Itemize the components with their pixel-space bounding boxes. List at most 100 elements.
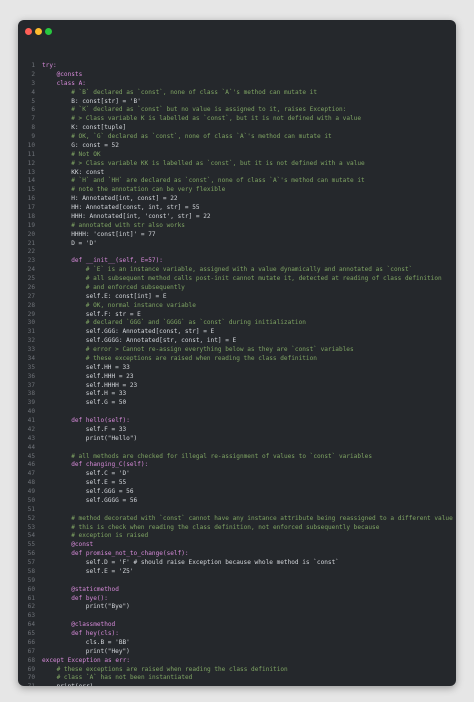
code-line: 31 self.GGG: Annotated[const, str] = E: [18, 328, 456, 337]
code-line: 56 def promise_not_to_change(self):: [18, 550, 456, 559]
code-text: # method decorated with `const` cannot h…: [71, 514, 453, 522]
code-text: def promise_not_to_change(self):: [71, 550, 189, 558]
code-line: 62 print("Bye"): [18, 603, 456, 612]
code-text: @classmethod: [71, 621, 116, 629]
code-text: # annotated with str also works: [71, 221, 185, 229]
code-text: self.GGG: Annotated[const, str] = E: [85, 328, 215, 336]
code-text: HH: Annotated[const, int, str] = 55: [71, 204, 200, 211]
code-text: self.HHHH = 23: [85, 381, 138, 389]
line-number: 24: [27, 266, 35, 274]
maximize-window-icon[interactable]: [45, 28, 52, 35]
code-line: 50 self.GGGG = 56: [18, 497, 456, 506]
code-line: 49 self.GGG = 56: [18, 488, 456, 497]
line-number: 22: [27, 248, 35, 256]
line-number: 20: [27, 230, 35, 238]
code-text: # all methods are checked for illegal re…: [71, 452, 373, 460]
code-line: 39 self.G = 50: [18, 399, 456, 408]
line-number: 61: [27, 594, 35, 602]
line-number: 15: [27, 186, 35, 194]
code-line: 16 H: Annotated[int, const] = 22: [18, 195, 456, 204]
line-number: 53: [27, 523, 35, 531]
minimize-window-icon[interactable]: [35, 28, 42, 35]
line-number: 65: [27, 630, 35, 637]
line-number: 27: [27, 292, 35, 300]
code-text: D = 'D': [71, 239, 97, 247]
line-number: 47: [27, 470, 35, 478]
code-text: def changing_C(self):: [71, 461, 149, 469]
code-line: 41 def hello(self):: [18, 417, 456, 426]
code-text: # OK, normal instance variable: [85, 301, 196, 309]
code-text: self.G = 50: [85, 399, 127, 407]
code-line: 14 # `H` and `HH` are declared as `const`…: [18, 177, 456, 186]
code-text: # error > Cannot re-assign everything be…: [85, 346, 354, 353]
code-text: def hello(self):: [71, 417, 130, 424]
line-number: 25: [27, 275, 35, 282]
code-line: 58 self.E = 'Z5': [18, 568, 456, 577]
code-line: 26 # and enforced subsequently: [18, 284, 456, 293]
line-number: 8: [31, 124, 35, 132]
line-number: 56: [27, 550, 35, 558]
code-text: @consts: [56, 70, 83, 78]
code-text: # > Class variable K is labelled as `con…: [71, 115, 362, 123]
code-line: 38 self.H = 33: [18, 390, 456, 399]
line-number: 41: [27, 417, 35, 424]
code-line: 21 D = 'D': [18, 240, 456, 249]
code-line: 7 # > Class variable K is labelled as `co…: [18, 115, 456, 124]
code-text: def __init__(self, E=57):: [71, 257, 163, 265]
code-text: self.D = 'F' # should raise Exception be…: [85, 559, 339, 566]
code-text: # Not OK: [71, 150, 101, 158]
code-text: H: Annotated[int, const] = 22: [71, 195, 178, 203]
line-number: 38: [27, 390, 35, 398]
code-line: 19 # annotated with str also works: [18, 222, 456, 231]
close-window-icon[interactable]: [25, 28, 32, 35]
code-line: 2 @consts: [18, 71, 456, 80]
code-line: 42 self.F = 33: [18, 426, 456, 435]
code-line: 48 self.E = 55: [18, 479, 456, 488]
line-number: 35: [27, 363, 35, 371]
code-text: # class `A` has not been instantiated: [56, 674, 193, 682]
line-number: 4: [31, 88, 35, 96]
code-line: 32 self.GGGG: Annotated[str, const, int] …: [18, 337, 456, 346]
code-text: # `E` is an instance variable, assigned …: [85, 266, 413, 274]
line-number: 14: [27, 177, 35, 185]
code-line: 33 # error > Cannot re-assign everything …: [18, 346, 456, 355]
line-number: 49: [27, 488, 35, 495]
code-text: # note the annotation can be very flexib…: [71, 186, 226, 194]
code-text: HHH: Annotated[int, 'const', str] = 22: [71, 212, 211, 220]
line-number: 28: [27, 301, 35, 309]
code-line: 57 self.D = 'F' # should raise Exception …: [18, 559, 456, 568]
code-line: 71 print(err): [18, 683, 456, 686]
code-line: 43 print("Hello"): [18, 435, 456, 444]
code-text: self.F = 33: [85, 425, 127, 433]
line-number: 7: [31, 115, 35, 123]
code-text: # this is check when reading the class d…: [71, 523, 380, 531]
code-text: # `B` declared as `const`, none of class…: [71, 88, 317, 96]
line-number: 68: [27, 656, 35, 664]
code-line: 68 except Exception as err:: [18, 657, 456, 666]
code-line: 70 # class `A` has not been instantiated: [18, 674, 456, 683]
code-line: 4 # `B` declared as `const`, none of clas…: [18, 89, 456, 98]
code-text: print("Hey"): [85, 647, 130, 655]
code-editor: 1 try: 2 @consts 3 class A: 4 # `B` declared as…: [18, 62, 456, 686]
line-number: 29: [27, 310, 35, 318]
line-number: 37: [27, 381, 35, 389]
line-number: 57: [27, 559, 35, 566]
code-text: self.GGGG = 56: [85, 496, 138, 504]
code-text: print("Hello"): [85, 434, 138, 442]
code-text: def hey(cls):: [71, 630, 119, 637]
code-line: 61 def bye():: [18, 595, 456, 604]
line-number: 48: [27, 479, 35, 487]
line-number: 13: [27, 168, 35, 176]
line-number: 19: [27, 221, 35, 229]
code-line: 63: [18, 612, 456, 621]
code-line: 36 self.HHH = 23: [18, 373, 456, 382]
line-number: 23: [27, 257, 35, 265]
line-number: 5: [31, 97, 35, 105]
line-number: 69: [27, 665, 35, 673]
code-line: 51: [18, 506, 456, 515]
line-number: 44: [27, 443, 35, 451]
code-line: 1 try:: [18, 62, 456, 71]
line-number: 51: [27, 505, 35, 513]
code-text: # > Class variable KK is labelled as `co…: [71, 159, 365, 167]
code-text: @const: [71, 541, 94, 549]
